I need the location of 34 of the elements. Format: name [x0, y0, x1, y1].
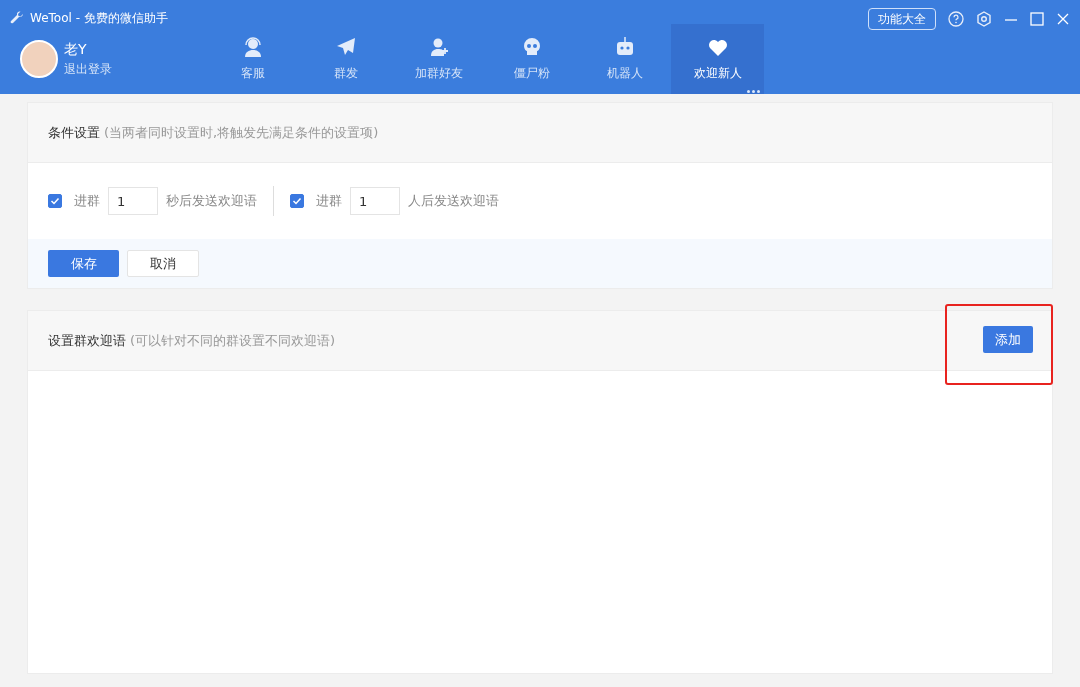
save-button[interactable]: 保存: [48, 250, 119, 277]
close-icon[interactable]: [1056, 12, 1070, 26]
maximize-icon[interactable]: [1030, 12, 1044, 26]
nav-tab[interactable]: 群发: [299, 24, 392, 94]
rule-label: 进群: [74, 192, 100, 211]
nav-tab[interactable]: 加群好友: [392, 24, 485, 94]
cancel-button[interactable]: 取消: [127, 250, 199, 277]
logout-link[interactable]: 退出登录: [64, 60, 112, 78]
nav-tab[interactable]: 客服: [206, 24, 299, 94]
section-hint: (当两者同时设置时,将触发先满足条件的设置项): [104, 123, 379, 142]
user-name: 老Y: [64, 40, 88, 59]
rule-label: 进群: [316, 192, 342, 211]
nav-tab[interactable]: 欢迎新人: [671, 24, 764, 94]
nav-tab[interactable]: 机器人: [578, 24, 671, 94]
features-button[interactable]: 功能大全: [868, 8, 936, 30]
number-field[interactable]: 1: [350, 187, 400, 215]
settings-icon[interactable]: [976, 11, 992, 27]
add-button[interactable]: 添加: [983, 326, 1033, 353]
section-title: 条件设置: [48, 123, 100, 142]
more-icon: [747, 90, 760, 93]
checkbox[interactable]: [48, 194, 62, 208]
checkbox[interactable]: [290, 194, 304, 208]
avatar: [20, 39, 58, 78]
rule-label: 人后发送欢迎语: [408, 192, 499, 211]
check-icon: [292, 196, 302, 206]
nav-tab[interactable]: 僵尸粉: [485, 24, 578, 94]
section-title: 设置群欢迎语: [48, 331, 126, 350]
check-icon: [50, 196, 60, 206]
number-field[interactable]: 1: [108, 187, 158, 215]
rule-label: 秒后发送欢迎语: [166, 192, 257, 211]
section-hint: (可以针对不同的群设置不同欢迎语): [130, 331, 336, 350]
wrench-icon: [10, 11, 24, 25]
help-icon[interactable]: [948, 11, 964, 27]
window-title: WeTool - 免费的微信助手: [30, 10, 168, 27]
